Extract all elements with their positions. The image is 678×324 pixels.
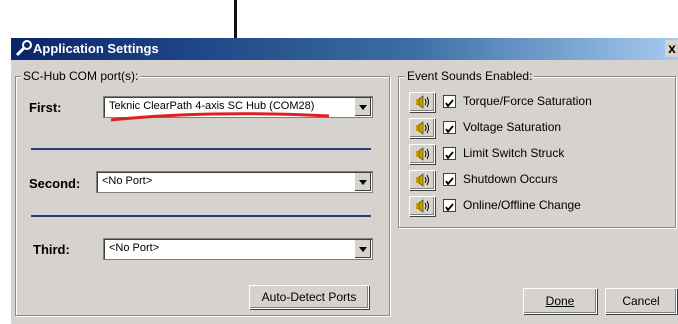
sound-label: Limit Switch Struck	[463, 146, 565, 160]
com-port-legend: SC-Hub COM port(s):	[21, 69, 141, 83]
speaker-icon	[416, 173, 429, 187]
window-title: Application Settings	[33, 41, 159, 56]
cancel-button[interactable]: Cancel	[605, 288, 677, 314]
second-port-select[interactable]: <No Port>	[96, 171, 373, 193]
play-sound-button[interactable]	[409, 196, 435, 216]
speaker-icon	[416, 121, 429, 135]
first-port-dropdown-button[interactable]	[354, 98, 371, 116]
sound-checkbox[interactable]	[443, 147, 456, 160]
play-sound-button[interactable]	[409, 170, 435, 190]
chevron-down-icon	[359, 247, 367, 252]
chevron-down-icon	[359, 180, 367, 185]
sound-label: Voltage Saturation	[463, 120, 562, 134]
third-port-dropdown-button[interactable]	[354, 240, 371, 258]
checkmark-icon	[445, 151, 454, 160]
play-sound-button[interactable]	[409, 92, 435, 112]
speaker-icon	[416, 147, 429, 161]
sound-label: Online/Offline Change	[463, 198, 581, 212]
second-port-value: <No Port>	[102, 175, 153, 187]
speaker-icon	[416, 199, 429, 213]
second-port-dropdown-button[interactable]	[354, 173, 371, 191]
play-sound-button[interactable]	[409, 144, 435, 164]
play-sound-button[interactable]	[409, 118, 435, 138]
sound-label: Torque/Force Saturation	[463, 94, 592, 108]
annotation-underline	[110, 112, 330, 122]
first-port-label: First:	[29, 100, 62, 115]
close-button[interactable]: x	[665, 40, 678, 57]
event-sounds-legend: Event Sounds Enabled:	[405, 69, 535, 83]
sound-label: Shutdown Occurs	[463, 172, 558, 186]
checkmark-icon	[445, 99, 454, 108]
cancel-label: Cancel	[622, 294, 660, 308]
auto-detect-button[interactable]: Auto-Detect Ports	[249, 285, 369, 309]
wrench-icon	[15, 40, 32, 57]
sound-checkbox[interactable]	[443, 95, 456, 108]
separator-2	[31, 215, 371, 217]
sound-checkbox[interactable]	[443, 121, 456, 134]
checkmark-icon	[445, 203, 454, 212]
sound-checkbox[interactable]	[443, 199, 456, 212]
done-label: Done	[545, 294, 575, 308]
sound-checkbox[interactable]	[443, 173, 456, 186]
checkmark-icon	[445, 177, 454, 186]
third-port-label: Third:	[33, 242, 70, 257]
speaker-icon	[416, 95, 429, 109]
third-port-select[interactable]: <No Port>	[103, 238, 373, 260]
chevron-down-icon	[359, 105, 367, 110]
separator-1	[31, 148, 371, 150]
title-bar[interactable]: Application Settings x	[11, 38, 678, 60]
second-port-label: Second:	[29, 176, 81, 191]
settings-window: Application Settings x SC-Hub COM port(s…	[10, 38, 678, 324]
checkmark-icon	[445, 125, 454, 134]
done-button[interactable]: Done	[523, 288, 597, 314]
third-port-value: <No Port>	[109, 242, 160, 254]
